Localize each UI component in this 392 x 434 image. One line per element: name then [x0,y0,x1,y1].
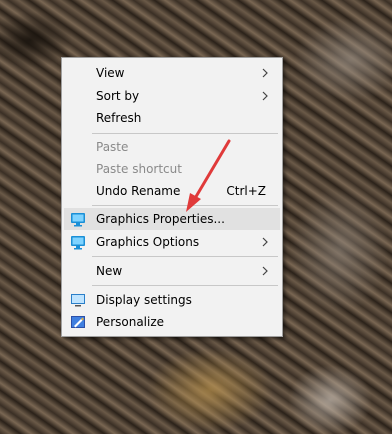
personalize-icon [71,316,85,328]
menu-item-paste[interactable]: Paste [64,136,280,158]
menu-item-label: Graphics Options [96,235,200,249]
menu-item-label: Paste [96,140,129,154]
menu-item-refresh[interactable]: Refresh [64,107,280,129]
menu-item-label: New [96,264,123,278]
chevron-right-icon [262,266,268,276]
menu-item-undo-rename[interactable]: Undo Rename Ctrl+Z [64,180,280,202]
menu-separator [92,133,278,134]
menu-item-label: Undo Rename [96,184,181,198]
menu-item-label: Graphics Properties... [96,212,225,226]
chevron-right-icon [262,68,268,78]
display-icon [71,294,85,307]
menu-item-label: View [96,66,125,80]
menu-separator [92,285,278,286]
menu-separator [92,256,278,257]
menu-item-shortcut: Ctrl+Z [226,184,266,198]
chevron-right-icon [262,237,268,247]
menu-item-label: Display settings [96,293,192,307]
menu-item-view[interactable]: View [64,62,280,84]
intel-graphics-icon [71,236,85,250]
menu-item-personalize[interactable]: Personalize [64,311,280,333]
menu-item-label: Refresh [96,111,142,125]
menu-item-new[interactable]: New [64,260,280,282]
context-menu: View Sort by Refresh Paste Paste shortcu… [61,57,283,337]
menu-separator [92,205,278,206]
menu-item-label: Paste shortcut [96,162,182,176]
menu-item-paste-shortcut[interactable]: Paste shortcut [64,158,280,180]
menu-item-display-settings[interactable]: Display settings [64,289,280,311]
menu-item-sort-by[interactable]: Sort by [64,85,280,107]
intel-graphics-icon [71,213,85,227]
menu-item-label: Personalize [96,315,165,329]
menu-item-label: Sort by [96,89,140,103]
menu-item-graphics-options[interactable]: Graphics Options [64,231,280,253]
menu-item-graphics-properties[interactable]: Graphics Properties... [64,208,280,230]
chevron-right-icon [262,91,268,101]
